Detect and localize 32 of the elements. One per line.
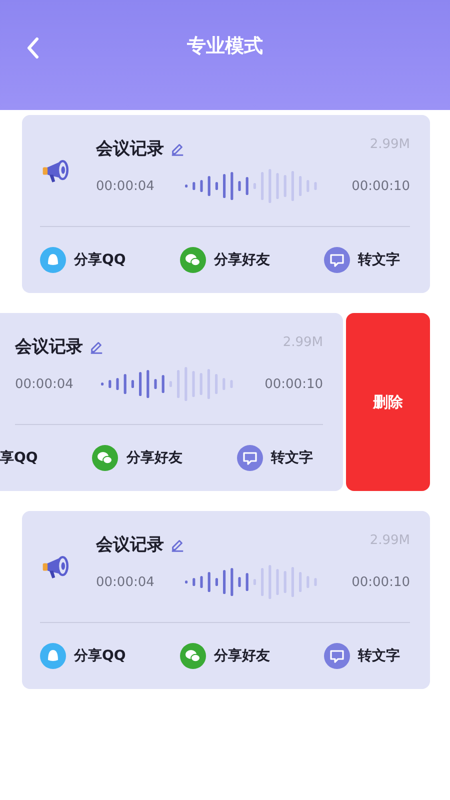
- speech-bubble-icon[interactable]: [324, 643, 350, 669]
- speech-bubble-icon[interactable]: [324, 247, 350, 273]
- page-title: 专业模式: [187, 34, 263, 59]
- start-time: 00:00:04: [96, 574, 154, 590]
- share-label[interactable]: 分享好友: [214, 251, 270, 269]
- end-time: 00:00:10: [264, 376, 323, 392]
- share-label[interactable]: 转文字: [271, 449, 313, 467]
- share-label[interactable]: 分享QQ: [74, 647, 126, 665]
- share-label[interactable]: 享QQ: [0, 449, 38, 467]
- recording-title: 会议记录: [15, 336, 83, 358]
- speech-bubble-icon[interactable]: [237, 445, 263, 471]
- end-time: 00:00:10: [352, 178, 410, 194]
- share-label[interactable]: 转文字: [358, 251, 400, 269]
- wechat-icon[interactable]: [180, 643, 206, 669]
- qq-icon[interactable]: [40, 247, 66, 273]
- back-icon[interactable]: [26, 37, 40, 59]
- share-label[interactable]: 分享QQ: [74, 251, 126, 269]
- recording-title: 会议记录: [96, 534, 164, 556]
- share-label[interactable]: 分享好友: [126, 449, 182, 467]
- share-label[interactable]: 分享好友: [214, 647, 270, 665]
- end-time: 00:00:10: [352, 574, 410, 590]
- wechat-icon[interactable]: [92, 445, 118, 471]
- start-time: 00:00:04: [15, 376, 74, 392]
- qq-icon[interactable]: [40, 643, 66, 669]
- wechat-icon[interactable]: [180, 247, 206, 273]
- start-time: 00:00:04: [96, 178, 154, 194]
- delete-button[interactable]: 删除: [346, 313, 430, 491]
- edit-icon[interactable]: [170, 141, 185, 156]
- edit-icon[interactable]: [170, 537, 185, 552]
- share-label[interactable]: 转文字: [358, 647, 400, 665]
- edit-icon[interactable]: [89, 339, 104, 354]
- recording-title: 会议记录: [96, 138, 164, 160]
